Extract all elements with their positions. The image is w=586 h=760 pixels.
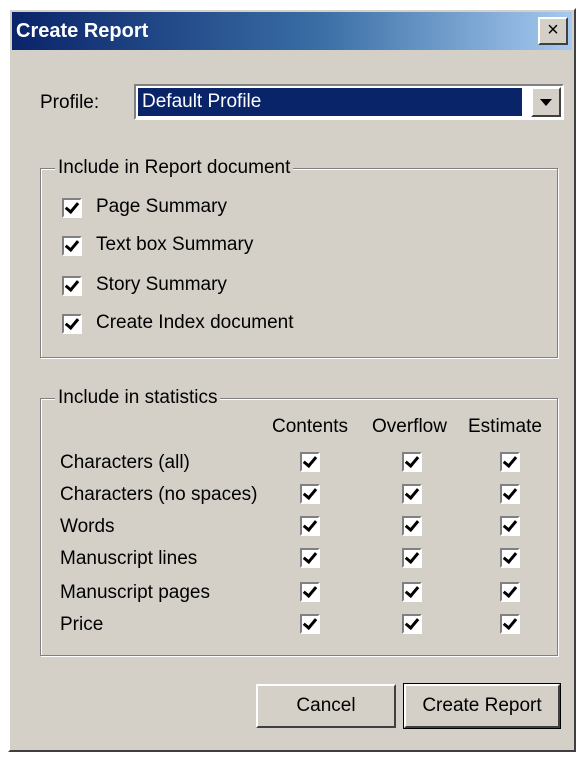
cancel-button[interactable]: Cancel	[256, 684, 396, 728]
manuscript-pages-estimate-checkbox[interactable]	[500, 582, 520, 602]
characters-no-spaces-estimate-checkbox[interactable]	[500, 484, 520, 504]
price-estimate-checkbox[interactable]	[500, 614, 520, 634]
characters-all-contents-checkbox[interactable]	[300, 452, 320, 472]
profile-select[interactable]: Default Profile	[134, 84, 564, 120]
manuscript-lines-contents-checkbox[interactable]	[300, 548, 320, 568]
story-summary-label: Story Summary	[96, 274, 227, 295]
profile-selected-value: Default Profile	[138, 88, 522, 116]
create-index-checkbox[interactable]	[62, 314, 82, 334]
words-contents-checkbox[interactable]	[300, 516, 320, 536]
price-contents-checkbox[interactable]	[300, 614, 320, 634]
column-header-overflow: Overflow	[372, 416, 447, 437]
create-report-button[interactable]: Create Report	[403, 683, 561, 729]
row-label-manuscript-pages: Manuscript pages	[60, 582, 210, 603]
row-label-words: Words	[60, 516, 115, 537]
text-box-summary-checkbox[interactable]	[62, 236, 82, 256]
close-icon: ×	[547, 19, 559, 41]
row-label-characters-no-spaces: Characters (no spaces)	[60, 484, 258, 505]
price-overflow-checkbox[interactable]	[402, 614, 422, 634]
column-header-estimate: Estimate	[468, 416, 542, 437]
manuscript-pages-contents-checkbox[interactable]	[300, 582, 320, 602]
row-label-manuscript-lines: Manuscript lines	[60, 548, 198, 569]
page-summary-checkbox[interactable]	[62, 198, 82, 218]
column-header-contents: Contents	[272, 416, 349, 437]
page-summary-label: Page Summary	[96, 196, 227, 217]
statistics-group-legend: Include in statistics	[55, 387, 221, 409]
create-report-dialog: Create Report × Profile: Default Profile…	[8, 8, 576, 752]
characters-no-spaces-contents-checkbox[interactable]	[300, 484, 320, 504]
words-estimate-checkbox[interactable]	[500, 516, 520, 536]
manuscript-lines-estimate-checkbox[interactable]	[500, 548, 520, 568]
dialog-title: Create Report	[16, 20, 149, 42]
characters-all-estimate-checkbox[interactable]	[500, 452, 520, 472]
manuscript-pages-overflow-checkbox[interactable]	[402, 582, 422, 602]
report-group-legend: Include in Report document	[55, 157, 294, 179]
close-button[interactable]: ×	[538, 17, 568, 45]
row-label-price: Price	[60, 614, 104, 635]
create-index-label: Create Index document	[96, 312, 294, 333]
characters-all-overflow-checkbox[interactable]	[402, 452, 422, 472]
characters-no-spaces-overflow-checkbox[interactable]	[402, 484, 422, 504]
title-bar[interactable]: Create Report ×	[12, 12, 572, 50]
profile-label: Profile:	[40, 92, 100, 113]
chevron-down-icon[interactable]	[531, 87, 561, 117]
text-box-summary-label: Text box Summary	[96, 234, 254, 255]
row-label-characters-all: Characters (all)	[60, 452, 190, 473]
story-summary-checkbox[interactable]	[62, 276, 82, 296]
words-overflow-checkbox[interactable]	[402, 516, 422, 536]
manuscript-lines-overflow-checkbox[interactable]	[402, 548, 422, 568]
